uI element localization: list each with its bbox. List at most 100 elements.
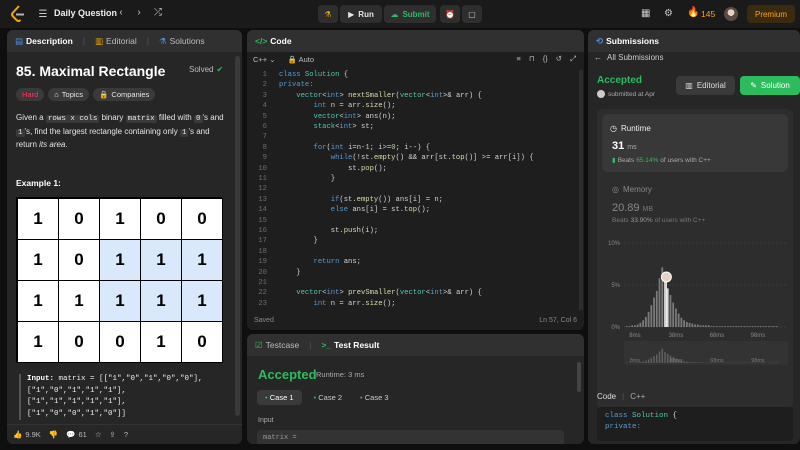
editorial-button[interactable]: ▥ Editorial bbox=[676, 76, 735, 95]
companies-button[interactable]: 🔒 Companies bbox=[93, 88, 156, 101]
case-tab[interactable]: • Case 1 bbox=[257, 390, 302, 405]
submissions-label: Submissions bbox=[606, 36, 660, 46]
difficulty-badge: Hard bbox=[16, 88, 45, 101]
tab-divider: | bbox=[309, 340, 312, 350]
user-avatar[interactable] bbox=[724, 7, 738, 21]
editor-scrollbar[interactable] bbox=[579, 70, 583, 310]
code-token: int bbox=[326, 289, 340, 298]
distribution-bar bbox=[716, 326, 718, 327]
runtime-value-row: 31 ms bbox=[612, 140, 637, 152]
submit-button[interactable]: ☁ Submit bbox=[384, 5, 436, 23]
result-scrollbar[interactable] bbox=[577, 362, 581, 392]
tab-editorial[interactable]: ▥ Editorial bbox=[95, 36, 137, 47]
y-tick-label: 10% bbox=[608, 241, 621, 247]
premium-label: Premium bbox=[754, 9, 787, 19]
runtime-distribution-chart[interactable]: 10% 5% 0% 8ms 38ms 68ms 98ms 8ms 38ms 68ms 98ms bbox=[588, 235, 800, 375]
shuffle-icon[interactable]: ⤮ bbox=[152, 7, 164, 18]
streak-flame-icon[interactable]: 🔥 bbox=[687, 7, 699, 18]
alarm-icon[interactable]: ⏰ bbox=[440, 5, 460, 23]
streak-count[interactable]: 145 bbox=[701, 9, 715, 19]
bookmark-icon[interactable]: ⊓ bbox=[529, 54, 535, 64]
input-value: ["1","0","0","1","0"]] bbox=[27, 409, 127, 418]
description-footer: 👍 9.9K 👎 💬 61 ☆ ⇪ ? bbox=[7, 424, 242, 444]
problem-list-label[interactable]: Daily Question bbox=[54, 8, 117, 18]
debug-button[interactable]: ⚗ bbox=[318, 5, 338, 23]
format-icon[interactable]: ≡ bbox=[516, 54, 520, 64]
code-token: vector bbox=[399, 289, 426, 298]
tab-testcase[interactable]: ☑ Testcase bbox=[255, 340, 299, 351]
list-icon[interactable]: ☰ bbox=[38, 8, 48, 20]
fullscreen-icon[interactable]: ⤢ bbox=[570, 54, 576, 64]
back-to-submissions[interactable]: ← All Submissions bbox=[594, 53, 663, 62]
avatar bbox=[597, 90, 605, 98]
memory-label: Memory bbox=[622, 185, 652, 194]
code-line: 4 int n = arr.size(); bbox=[247, 101, 577, 111]
settings-gear-icon[interactable]: ⚙ bbox=[664, 8, 673, 19]
line-number: 1 bbox=[262, 71, 267, 79]
tab-solutions[interactable]: ⚗ Solutions bbox=[159, 36, 205, 47]
leetcode-logo[interactable] bbox=[10, 5, 26, 23]
note-icon[interactable]: ▢ bbox=[462, 5, 482, 23]
distribution-bar bbox=[718, 326, 721, 327]
result-tabs: ☑ Testcase | >_ Test Result bbox=[247, 334, 584, 356]
auto-mode[interactable]: 🔒 Auto bbox=[288, 55, 314, 64]
run-button[interactable]: ▶ Run bbox=[340, 5, 382, 23]
code-line: 1 class Solution { bbox=[247, 70, 577, 80]
distribution-bar bbox=[672, 302, 675, 327]
beats-prefix: Beats bbox=[612, 217, 629, 224]
code-token: else bbox=[330, 206, 353, 215]
tab-submissions[interactable]: ⟲ Submissions bbox=[596, 36, 659, 47]
matrix-cell: 0 bbox=[181, 198, 223, 240]
code-token: st. bbox=[279, 164, 361, 173]
code-token: pop bbox=[360, 164, 374, 173]
dislike-icon[interactable]: 👎 bbox=[49, 430, 58, 439]
comments-button[interactable]: 💬 61 bbox=[66, 430, 87, 439]
case-tabs: • Case 1 • Case 2 • Case 3 bbox=[257, 390, 395, 405]
code-line: 9 while(!st.empty() && arr[st.top()] >= … bbox=[247, 153, 577, 163]
x-tick-label: 38ms bbox=[669, 333, 684, 339]
case-tab[interactable]: • Case 3 bbox=[354, 390, 395, 405]
reset-icon[interactable]: ↺ bbox=[556, 54, 562, 64]
code-token: int bbox=[430, 91, 444, 100]
code-token: top bbox=[404, 206, 418, 215]
help-icon[interactable]: ? bbox=[124, 430, 128, 439]
premium-button[interactable]: Premium bbox=[747, 5, 795, 23]
statement-text: 's, find the largest rectangle containin… bbox=[24, 126, 178, 136]
overview-bar bbox=[645, 360, 647, 363]
runtime-header: ◷ Runtime bbox=[610, 124, 651, 133]
distribution-bar bbox=[664, 281, 666, 327]
like-count: 9.9K bbox=[25, 430, 41, 439]
next-problem-icon[interactable]: › bbox=[134, 7, 144, 18]
braces-icon[interactable]: {} bbox=[543, 54, 548, 64]
tab-test-result[interactable]: >_ Test Result bbox=[321, 340, 379, 350]
code-tab[interactable]: </> Code bbox=[255, 36, 292, 46]
code-line: 13 if(st.empty()) ans[i] = n; bbox=[247, 195, 577, 205]
tab-description[interactable]: ▤ Description bbox=[15, 36, 73, 47]
layout-grid-icon[interactable]: ▦ bbox=[641, 8, 650, 19]
distribution-bar bbox=[688, 322, 691, 327]
code-editor[interactable]: 1 class Solution {2 private: 3 vector<int> … bbox=[247, 70, 577, 310]
prev-problem-icon[interactable]: ‹ bbox=[116, 7, 126, 18]
beats-suffix: of users with C++ bbox=[654, 217, 706, 224]
code-token: empty bbox=[373, 154, 396, 163]
code-token: > bbox=[339, 289, 349, 298]
language-select[interactable]: C++ ⌄ bbox=[253, 55, 276, 64]
code-line: 11 } bbox=[247, 174, 577, 184]
like-button[interactable]: 👍 9.9K bbox=[13, 430, 41, 439]
topics-label: Topics bbox=[61, 90, 84, 99]
case-tab[interactable]: • Case 2 bbox=[308, 390, 349, 405]
memory-header[interactable]: ◎ Memory bbox=[612, 185, 652, 194]
code-token: } bbox=[279, 237, 318, 246]
share-icon[interactable]: ⇪ bbox=[110, 430, 116, 439]
solution-button[interactable]: ✎ Solution bbox=[740, 76, 800, 95]
star-icon[interactable]: ☆ bbox=[95, 430, 102, 439]
arrow-left-icon: ← bbox=[594, 53, 602, 62]
topics-button[interactable]: ⌂ Topics bbox=[48, 88, 90, 101]
distribution-bar bbox=[737, 326, 740, 327]
mode-label: Auto bbox=[298, 54, 315, 64]
code-line: 12 bbox=[247, 184, 577, 194]
description-scrollbar[interactable] bbox=[235, 56, 240, 416]
case-label: Case 2 bbox=[318, 393, 342, 402]
